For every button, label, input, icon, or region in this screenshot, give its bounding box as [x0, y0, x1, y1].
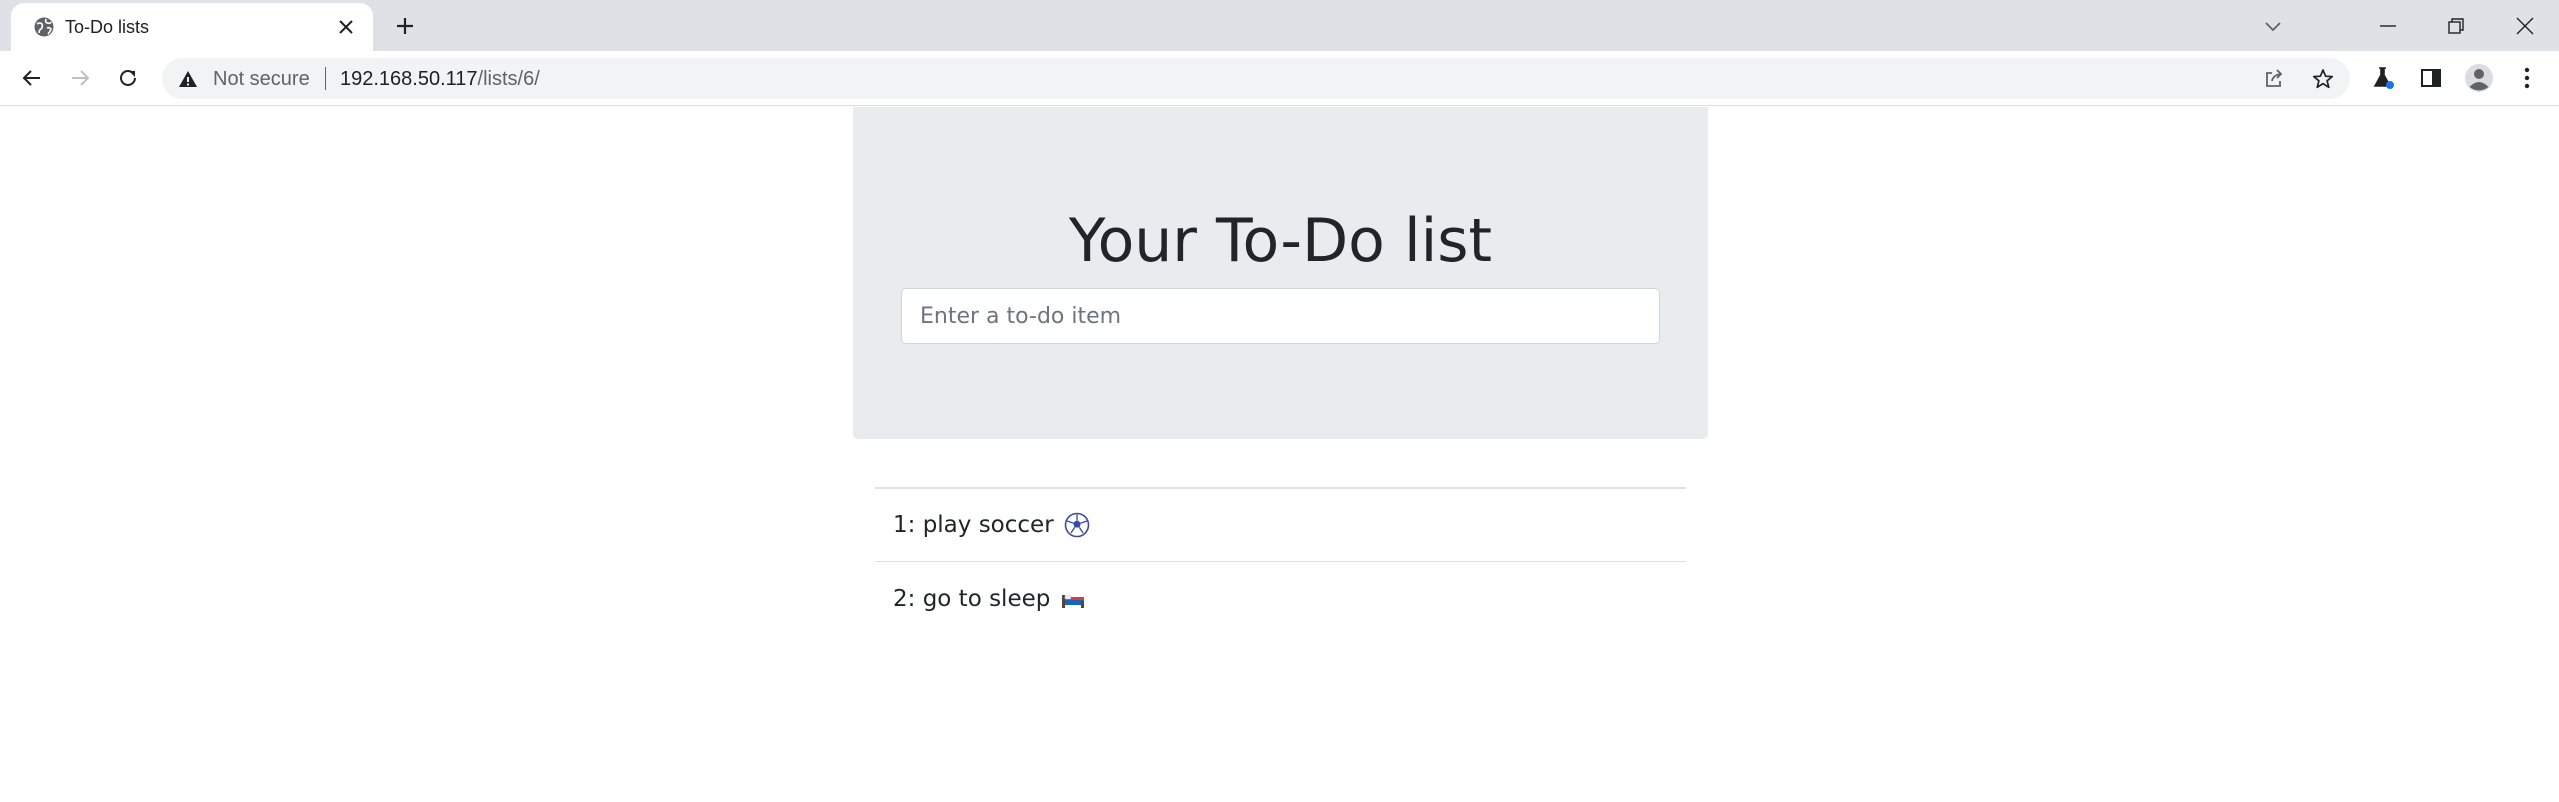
header-jumbotron: Your To-Do list	[853, 107, 1708, 439]
flask-icon[interactable]	[2366, 61, 2400, 95]
globe-icon	[33, 16, 55, 38]
divider	[325, 67, 326, 90]
star-icon[interactable]	[2308, 64, 2338, 94]
tab-title: To-Do lists	[65, 17, 150, 37]
todo-list-table: 1: play soccer 2: go to sleep	[875, 487, 1686, 635]
reload-icon[interactable]	[111, 61, 145, 95]
address-bar[interactable]: Not secure 192.168.50.117/lists/6/	[162, 58, 2350, 99]
chevron-down-icon[interactable]	[2255, 8, 2291, 44]
arrow-left-icon[interactable]	[15, 61, 49, 95]
table-row: 2: go to sleep	[875, 561, 1686, 635]
tab-strip: To-Do lists	[0, 0, 2559, 51]
url-text[interactable]: 192.168.50.117/lists/6/	[340, 67, 540, 91]
close-icon[interactable]	[2507, 8, 2543, 44]
todo-item-text: 2: go to sleep	[893, 585, 1051, 612]
bed-icon	[1060, 586, 1086, 612]
plus-icon[interactable]	[390, 11, 420, 41]
security-label[interactable]: Not secure	[213, 67, 310, 91]
close-icon[interactable]	[333, 14, 359, 40]
warning-icon[interactable]	[178, 69, 198, 89]
browser-toolbar: Not secure 192.168.50.117/lists/6/	[0, 51, 2559, 106]
side-panel-icon[interactable]	[2414, 61, 2448, 95]
todo-item-text: 1: play soccer	[893, 512, 1054, 538]
url-host: 192.168.50.117	[340, 68, 478, 90]
restore-icon[interactable]	[2438, 8, 2474, 44]
page-title: Your To-Do list	[1068, 206, 1493, 276]
table-row: 1: play soccer	[875, 487, 1686, 561]
url-path: /lists/6/	[477, 68, 540, 90]
share-icon[interactable]	[2259, 64, 2289, 94]
minimize-icon[interactable]	[2370, 8, 2406, 44]
arrow-right-icon[interactable]	[63, 61, 97, 95]
tab-to-do-lists[interactable]: To-Do lists	[11, 3, 373, 51]
profile-icon[interactable]	[2462, 61, 2496, 95]
more-vertical-icon[interactable]	[2510, 61, 2544, 95]
todo-item-input[interactable]	[901, 288, 1660, 344]
soccer-ball-icon	[1064, 512, 1090, 538]
